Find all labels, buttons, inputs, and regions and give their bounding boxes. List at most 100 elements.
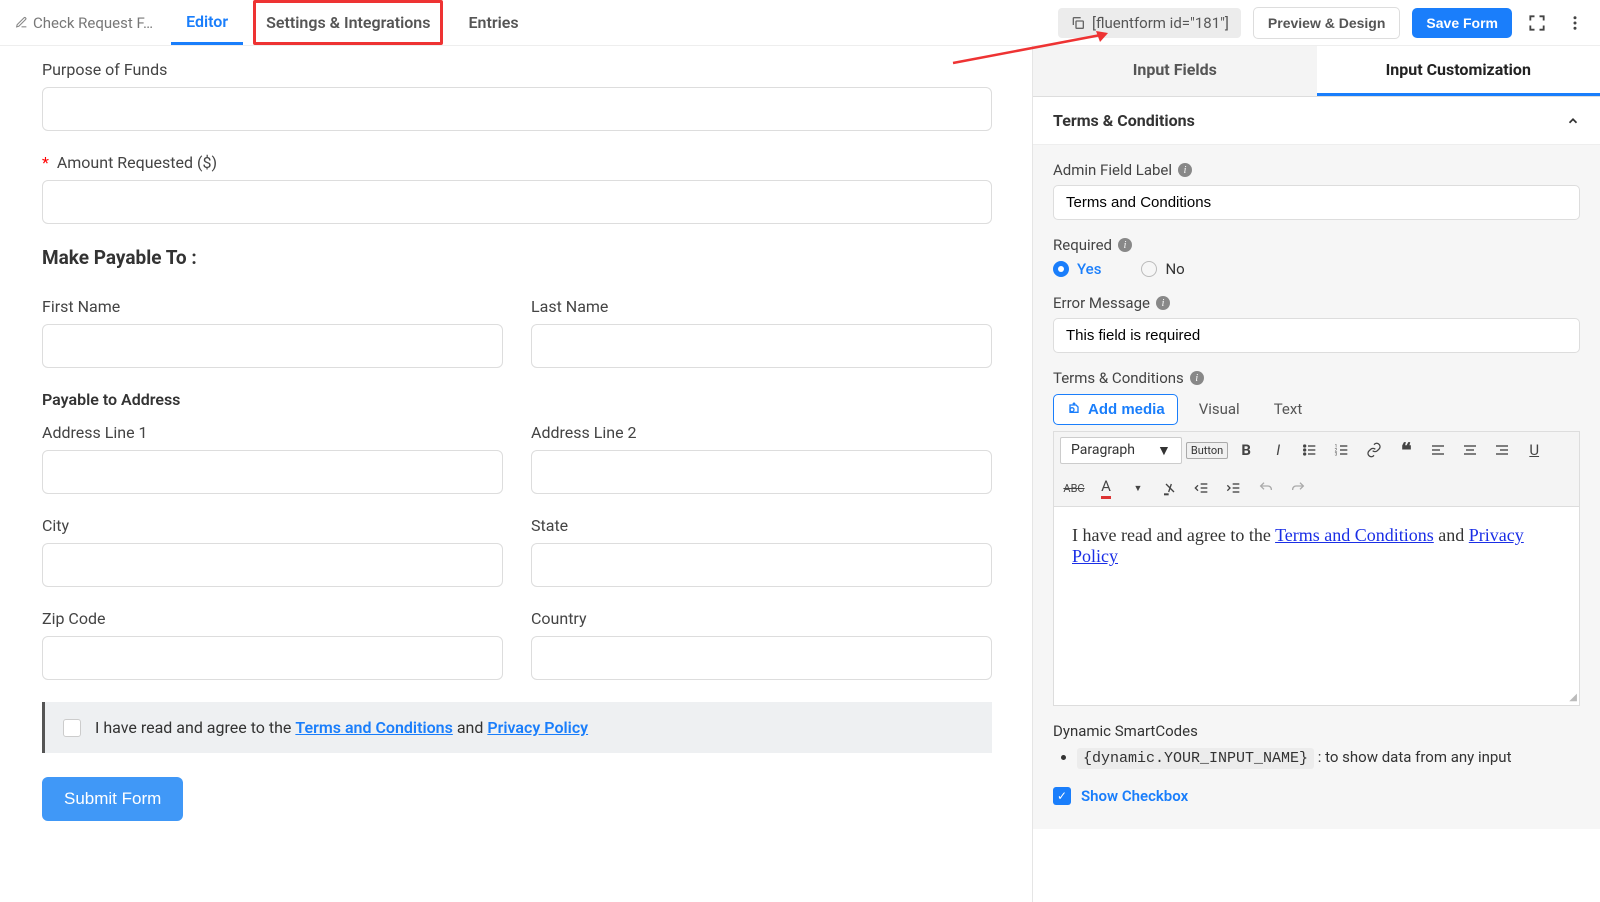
- amount-input[interactable]: [42, 180, 992, 224]
- addr2-label: Address Line 2: [531, 423, 992, 442]
- required-yes[interactable]: Yes: [1053, 260, 1101, 278]
- smartcode-item: {dynamic.YOUR_INPUT_NAME} : to show data…: [1077, 748, 1580, 767]
- error-label-text: Error Message: [1053, 294, 1150, 312]
- redo-icon[interactable]: [1284, 474, 1312, 502]
- terms-text: I have read and agree to the Terms and C…: [95, 718, 588, 737]
- city-label: City: [42, 516, 503, 535]
- quote-icon[interactable]: ❝: [1392, 436, 1420, 464]
- add-media-button[interactable]: Add media: [1053, 394, 1178, 425]
- bullet-list-icon[interactable]: [1296, 436, 1324, 464]
- addr2-input[interactable]: [531, 450, 992, 494]
- admin-label: Admin Field Label i: [1053, 161, 1580, 179]
- tab-entries[interactable]: Entries: [453, 0, 533, 45]
- sidebar-tabs: Input Fields Input Customization: [1033, 46, 1600, 97]
- amount-label-text: Amount Requested ($): [57, 153, 217, 172]
- addr1-label: Address Line 1: [42, 423, 503, 442]
- pencil-icon: [15, 16, 28, 29]
- smartcode-pill: {dynamic.YOUR_INPUT_NAME}: [1077, 748, 1314, 769]
- panel-terms-header[interactable]: Terms & Conditions: [1033, 97, 1600, 145]
- terms-block[interactable]: I have read and agree to the Terms and C…: [42, 702, 992, 753]
- clear-format-icon[interactable]: [1156, 474, 1184, 502]
- chevron-up-icon: [1566, 114, 1580, 128]
- smartcodes-section: Dynamic SmartCodes {dynamic.YOUR_INPUT_N…: [1053, 722, 1580, 767]
- align-right-icon[interactable]: [1488, 436, 1516, 464]
- required-no[interactable]: No: [1141, 260, 1184, 278]
- terms-link[interactable]: Terms and Conditions: [295, 718, 452, 737]
- purpose-input[interactable]: [42, 87, 992, 131]
- save-form-button[interactable]: Save Form: [1412, 8, 1512, 38]
- text-color-icon[interactable]: A: [1092, 474, 1120, 502]
- last-name-input[interactable]: [531, 324, 992, 368]
- paragraph-text: Paragraph: [1071, 442, 1135, 458]
- error-message-input[interactable]: [1053, 318, 1580, 353]
- info-icon[interactable]: i: [1190, 371, 1204, 385]
- required-label-text: Required: [1053, 236, 1112, 254]
- tc-editor-label: Terms & Conditions i: [1053, 369, 1580, 387]
- payable-address-heading: Payable to Address: [42, 390, 992, 409]
- admin-label-input[interactable]: [1053, 185, 1580, 220]
- field-amount: * Amount Requested ($): [42, 153, 992, 224]
- no-label: No: [1165, 260, 1184, 278]
- terms-checkbox[interactable]: [63, 719, 81, 737]
- tab-editor[interactable]: Editor: [171, 0, 243, 45]
- show-checkbox-label: Show Checkbox: [1081, 787, 1188, 805]
- strikethrough-icon[interactable]: ABC: [1060, 474, 1088, 502]
- outdent-icon[interactable]: [1188, 474, 1216, 502]
- privacy-link[interactable]: Privacy Policy: [487, 718, 588, 737]
- text-color-dropdown-icon[interactable]: ▼: [1124, 474, 1152, 502]
- submit-form-button[interactable]: Submit Form: [42, 777, 183, 821]
- state-input[interactable]: [531, 543, 992, 587]
- field-purpose: Purpose of Funds: [42, 60, 992, 131]
- shortcode-display[interactable]: [fluentform id="181"]: [1058, 8, 1241, 38]
- panel-body: Admin Field Label i Required i Yes: [1033, 145, 1600, 829]
- required-label: Required i: [1053, 236, 1580, 254]
- tab-input-customization[interactable]: Input Customization: [1317, 46, 1600, 96]
- panel-title: Terms & Conditions: [1053, 111, 1195, 130]
- editor-tab-visual[interactable]: Visual: [1186, 393, 1253, 425]
- undo-icon[interactable]: [1252, 474, 1280, 502]
- wysiwyg-mid: and: [1434, 525, 1469, 545]
- italic-icon[interactable]: I: [1264, 436, 1292, 464]
- radio-unchecked-icon: [1141, 261, 1157, 277]
- preview-design-button[interactable]: Preview & Design: [1253, 7, 1401, 39]
- more-icon[interactable]: [1562, 10, 1588, 36]
- show-checkbox-toggle[interactable]: ✓ Show Checkbox: [1053, 787, 1580, 805]
- last-name-label: Last Name: [531, 297, 992, 316]
- link-icon[interactable]: [1360, 436, 1388, 464]
- yes-label: Yes: [1077, 260, 1101, 278]
- tab-settings-integrations[interactable]: Settings & Integrations: [253, 0, 443, 45]
- wysiwyg-editor[interactable]: I have read and agree to the Terms and C…: [1053, 506, 1580, 706]
- zip-input[interactable]: [42, 636, 503, 680]
- number-list-icon[interactable]: 123: [1328, 436, 1356, 464]
- smartcodes-title: Dynamic SmartCodes: [1053, 722, 1580, 740]
- align-left-icon[interactable]: [1424, 436, 1452, 464]
- bold-icon[interactable]: B: [1232, 436, 1260, 464]
- info-icon[interactable]: i: [1118, 238, 1132, 252]
- align-center-icon[interactable]: [1456, 436, 1484, 464]
- info-icon[interactable]: i: [1156, 296, 1170, 310]
- purpose-label: Purpose of Funds: [42, 60, 992, 79]
- wysiwyg-terms-link[interactable]: Terms and Conditions: [1275, 525, 1434, 545]
- tc-prefix: I have read and agree to the: [95, 718, 295, 737]
- copy-icon: [1070, 15, 1086, 31]
- addr1-input[interactable]: [42, 450, 503, 494]
- editor-tab-text[interactable]: Text: [1261, 393, 1316, 425]
- form-name[interactable]: Check Request F…: [15, 14, 153, 32]
- resize-handle-icon[interactable]: ◢: [1569, 692, 1577, 703]
- indent-icon[interactable]: [1220, 474, 1248, 502]
- country-input[interactable]: [531, 636, 992, 680]
- form-name-text: Check Request F…: [33, 14, 153, 32]
- underline-icon[interactable]: U: [1520, 436, 1548, 464]
- tab-input-fields[interactable]: Input Fields: [1033, 46, 1317, 96]
- button-inserter[interactable]: Button: [1186, 442, 1228, 459]
- admin-label-text: Admin Field Label: [1053, 161, 1172, 179]
- main: Purpose of Funds * Amount Requested ($) …: [0, 46, 1600, 902]
- first-name-input[interactable]: [42, 324, 503, 368]
- info-icon[interactable]: i: [1178, 163, 1192, 177]
- fullscreen-icon[interactable]: [1524, 10, 1550, 36]
- add-media-text: Add media: [1088, 401, 1165, 418]
- city-input[interactable]: [42, 543, 503, 587]
- payable-heading: Make Payable To :: [42, 246, 992, 269]
- first-name-label: First Name: [42, 297, 503, 316]
- paragraph-selector[interactable]: Paragraph ▼: [1060, 437, 1182, 464]
